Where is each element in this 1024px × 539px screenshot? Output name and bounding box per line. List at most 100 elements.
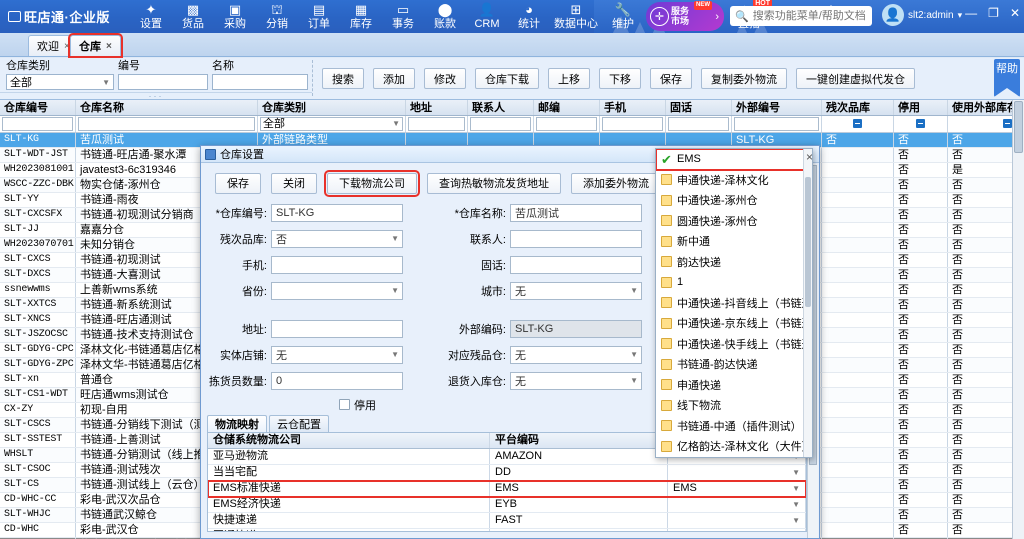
mapping-row[interactable]: 国通快递GTO ▼	[208, 529, 806, 531]
col-address[interactable]: 地址	[406, 100, 468, 115]
checkbox-icon[interactable]	[661, 215, 672, 227]
panel-collapse-handle[interactable]: ···	[0, 92, 312, 101]
add-button[interactable]: 添加	[373, 68, 415, 89]
checkbox-icon[interactable]	[661, 276, 672, 288]
checkbox-icon[interactable]	[661, 235, 672, 247]
mobile-input[interactable]	[271, 255, 403, 274]
filter-category-select[interactable]: 全部 ▼	[260, 117, 403, 131]
dropdown-item[interactable]: 书链通-韵达快递	[656, 354, 812, 375]
col-code[interactable]: 仓库编号	[0, 100, 76, 115]
service-market-button[interactable]: ✛ 服务 市场 NEW ›	[646, 1, 724, 31]
grid-vertical-scrollbar[interactable]	[1012, 100, 1024, 539]
download-logistics-company-button[interactable]: 下载物流公司	[324, 169, 420, 197]
col-wms-company[interactable]: 仓储系统物流公司	[208, 433, 490, 448]
dialog-save-button[interactable]: 保存	[215, 172, 261, 194]
dropdown-item[interactable]: 中通快递-涿州仓	[656, 190, 812, 211]
filter-postcode-input[interactable]	[536, 117, 597, 131]
dropdown-item[interactable]: ✔ EMS	[656, 149, 812, 171]
copy-outsourced-logistics-button[interactable]: 复制委外物流	[701, 68, 787, 89]
menu-item-distribution[interactable]: ⛫ 分销	[256, 1, 298, 31]
chevron-down-icon[interactable]: ▼	[792, 465, 800, 480]
mapping-row[interactable]: 当当宅配 DD ▼	[208, 465, 806, 481]
col-postcode[interactable]: 邮编	[534, 100, 600, 115]
close-button[interactable]: ✕	[1010, 7, 1020, 19]
checkbox-icon[interactable]	[661, 317, 672, 329]
minimize-button[interactable]: —	[965, 7, 977, 19]
save-button[interactable]: 保存	[650, 68, 692, 89]
scrollbar-thumb[interactable]	[805, 177, 811, 307]
checkbox-icon[interactable]	[661, 256, 672, 268]
menu-item-stock[interactable]: ▦ 库存	[340, 1, 382, 31]
dropdown-item[interactable]: 韵达快递	[656, 252, 812, 273]
mapping-row[interactable]: EMS标准快递 EMS EMS ▼	[208, 480, 806, 498]
query-thermal-logistics-address-button[interactable]: 查询热敏物流发货地址	[427, 172, 561, 194]
col-disabled[interactable]: 停用	[894, 100, 948, 115]
col-external-stock[interactable]: 使用外部库存	[948, 100, 1012, 115]
tab-logistics-mapping[interactable]: 物流映射	[207, 415, 267, 432]
dropdown-item[interactable]: 1	[656, 272, 812, 293]
col-category[interactable]: 仓库类别	[258, 100, 406, 115]
mapping-cell-platform[interactable]: ▼	[668, 529, 806, 531]
add-outsourced-logistics-button[interactable]: 添加委外物流	[571, 172, 661, 194]
edit-button[interactable]: 修改	[424, 68, 466, 89]
province-select[interactable]: ▼	[271, 281, 403, 300]
category-select[interactable]: 全部 ▼	[6, 74, 114, 90]
menu-item-data-center[interactable]: ⊞ 数据中心	[550, 1, 602, 31]
dropdown-item[interactable]: 申通快递-泽林文化	[656, 170, 812, 191]
warehouse-name-input[interactable]: 苦瓜测试	[510, 203, 642, 222]
contact-input[interactable]	[510, 229, 642, 248]
menu-item-settings[interactable]: ✦ 设置	[130, 1, 172, 31]
disabled-checkbox[interactable]: 停用	[339, 397, 376, 413]
search-button[interactable]: 搜索	[322, 68, 364, 89]
scrollbar-thumb[interactable]	[1014, 101, 1023, 153]
dropdown-item[interactable]: 线下物流	[656, 395, 812, 416]
mapping-row[interactable]: 快捷速递 FAST ▼	[208, 513, 806, 529]
checkbox-icon[interactable]	[661, 358, 672, 370]
col-defect-store[interactable]: 残次品库	[822, 100, 894, 115]
chevron-down-icon[interactable]: ▼	[792, 497, 800, 512]
dropdown-item[interactable]: 中通快递-快手线上（书链通）	[656, 334, 812, 355]
filter-extcode-input[interactable]	[734, 117, 819, 131]
dropdown-item[interactable]: 中通快递-京东线上（书链通）	[656, 313, 812, 334]
checkbox-icon[interactable]	[661, 379, 672, 391]
menu-item-purchase[interactable]: ▣ 采购	[214, 1, 256, 31]
user-area[interactable]: 👤 slt2:admin ▾	[882, 4, 962, 26]
menu-item-accounts[interactable]: ⬤ 账款	[424, 1, 466, 31]
chevron-down-icon[interactable]: ▼	[792, 481, 800, 496]
dropdown-item[interactable]: 中通快递-抖音线上（书链通）	[656, 293, 812, 314]
dropdown-item[interactable]: 亿格韵达-泽林文化（大件）	[656, 436, 812, 457]
close-icon[interactable]: ×	[64, 41, 70, 52]
defect-store-select[interactable]: 否 ▼	[271, 229, 403, 248]
filter-disabled-checkbox[interactable]	[916, 119, 925, 128]
mapping-cell-platform[interactable]: ▼	[668, 497, 806, 512]
defect-warehouse-select[interactable]: 无 ▼	[510, 345, 642, 364]
return-warehouse-select[interactable]: 无 ▼	[510, 371, 642, 390]
filter-extstock-checkbox[interactable]	[1003, 119, 1012, 128]
dropdown-scrollbar[interactable]	[803, 149, 812, 457]
maximize-button[interactable]: ❐	[988, 7, 999, 19]
check-icon[interactable]: ✔	[661, 153, 672, 166]
code-input[interactable]	[118, 74, 208, 90]
dropdown-item[interactable]: 书链通-中通（插件测试）	[656, 416, 812, 437]
filter-mobile-input[interactable]	[602, 117, 663, 131]
dropdown-close-icon[interactable]: ×	[806, 150, 813, 164]
tab-cloud-warehouse-config[interactable]: 云仓配置	[269, 415, 329, 432]
dropdown-item[interactable]: 圆通快递-涿州仓	[656, 211, 812, 232]
col-external-code[interactable]: 外部编号	[732, 100, 822, 115]
move-up-button[interactable]: 上移	[548, 68, 590, 89]
global-search[interactable]: 🔍	[730, 6, 872, 26]
col-contact[interactable]: 联系人	[468, 100, 534, 115]
menu-item-maintenance[interactable]: 🔧 维护	[602, 1, 644, 31]
dropdown-item[interactable]: 申通快递	[656, 375, 812, 396]
menu-item-order[interactable]: ▤ 订单	[298, 1, 340, 31]
tab-warehouse[interactable]: 仓库 ×	[68, 33, 123, 58]
mapping-cell-platform[interactable]: ▼	[668, 513, 806, 528]
address-input[interactable]	[271, 319, 403, 338]
filter-address-input[interactable]	[408, 117, 465, 131]
chevron-down-icon[interactable]: ▾	[958, 10, 963, 21]
col-mobile[interactable]: 手机	[600, 100, 666, 115]
menu-item-crm[interactable]: 👤 CRM	[466, 1, 508, 31]
checkbox-icon[interactable]	[661, 297, 672, 309]
checkbox-icon[interactable]	[661, 399, 672, 411]
menu-item-affairs[interactable]: ▭ 事务	[382, 1, 424, 31]
